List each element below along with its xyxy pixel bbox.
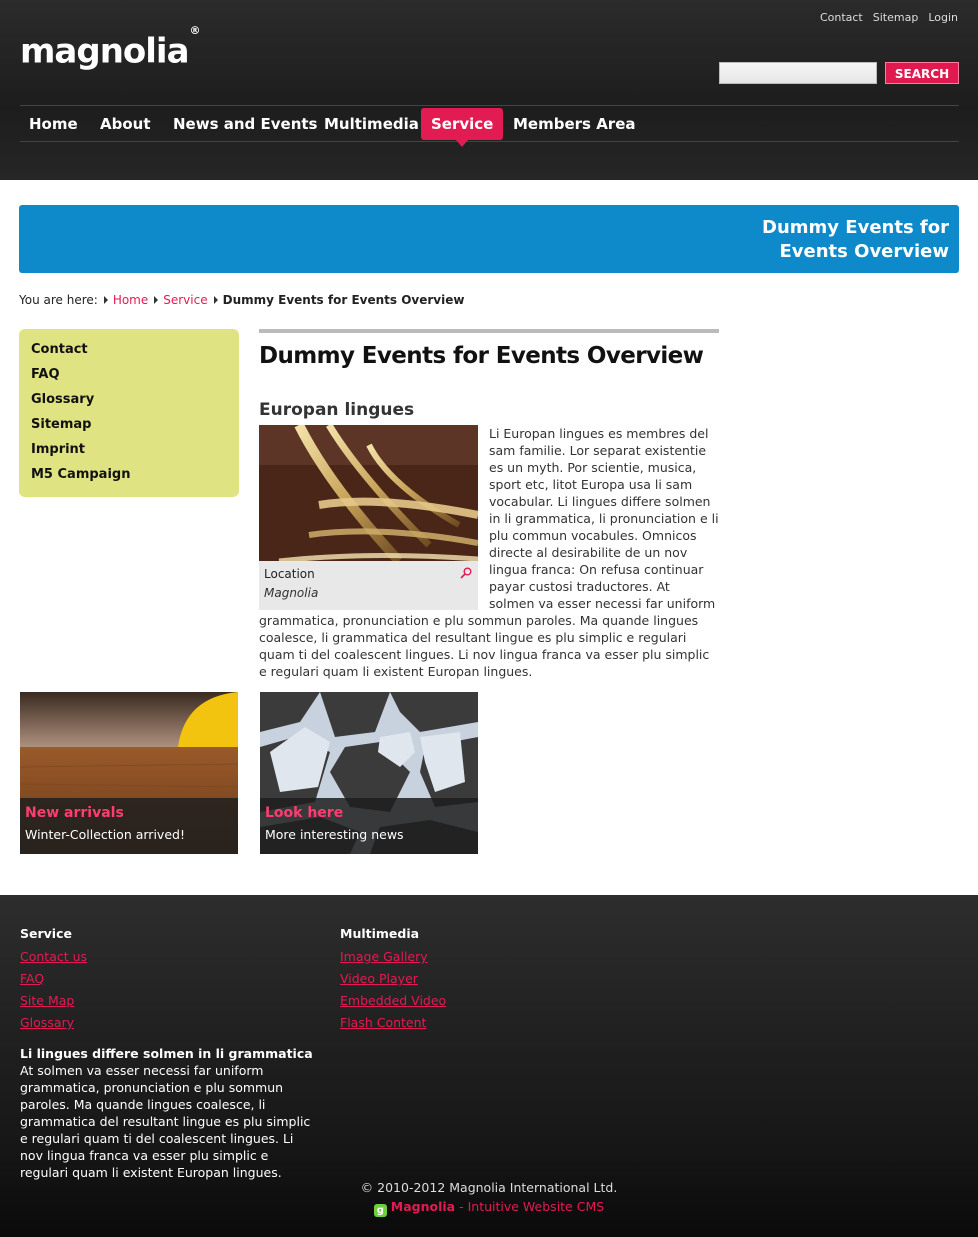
page-banner: Dummy Events for Events Overview — [19, 205, 959, 273]
nav-item-news-and-events[interactable]: News and Events — [173, 108, 317, 140]
content-figure: Location Magnolia — [259, 425, 478, 610]
teaser-new-arrivals[interactable]: New arrivals Winter-Collection arrived! — [20, 692, 238, 854]
figure-credit: Magnolia — [264, 586, 319, 600]
powered-by[interactable]: g Magnolia - Intuitive Website CMS — [0, 1199, 978, 1217]
nav-item-about[interactable]: About — [100, 108, 151, 140]
search-input[interactable] — [719, 62, 877, 84]
footer-link-site-map[interactable]: Site Map — [20, 990, 87, 1012]
breadcrumb-arrow-icon — [154, 296, 159, 304]
teaser-title[interactable]: New arrivals — [25, 804, 233, 822]
subnav-item-m5-campaign[interactable]: M5 Campaign — [31, 466, 227, 491]
footer-heading: Multimedia — [340, 926, 420, 941]
nav-item-service[interactable]: Service — [421, 108, 504, 147]
subnav-item-imprint[interactable]: Imprint — [31, 441, 227, 466]
figure-caption: Location Magnolia — [259, 561, 478, 610]
meta-link-sitemap[interactable]: Sitemap — [873, 11, 919, 24]
main-navigation: Home About News and Events Multimedia Se… — [20, 105, 959, 147]
subnav-item-sitemap[interactable]: Sitemap — [31, 416, 227, 441]
subnav-item-faq[interactable]: FAQ — [31, 366, 227, 391]
location-image[interactable] — [259, 425, 478, 561]
metal-arcs-graphic — [259, 425, 478, 561]
nav-item-members-area[interactable]: Members Area — [513, 108, 636, 140]
meta-navigation: Contact Sitemap Login — [820, 11, 958, 24]
breadcrumb-link-service[interactable]: Service — [163, 293, 207, 307]
page-title: Dummy Events for Events Overview — [259, 343, 704, 369]
copyright: © 2010-2012 Magnolia International Ltd. — [360, 1180, 618, 1195]
teaser-title[interactable]: Look here — [265, 804, 473, 822]
teaser-text: Winter-Collection arrived! — [25, 827, 185, 842]
footer-heading: Service — [20, 926, 72, 941]
content-divider — [259, 329, 719, 333]
nav-item-multimedia[interactable]: Multimedia — [324, 108, 419, 140]
footer-about-text: At solmen va esser necessi far uniform g… — [20, 1063, 311, 1180]
breadcrumb-arrow-icon — [103, 296, 108, 304]
meta-link-login[interactable]: Login — [928, 11, 958, 24]
site-footer: Service Contact us FAQ Site Map Glossary… — [0, 895, 978, 1237]
magnolia-logo[interactable]: magnolia® — [20, 24, 201, 72]
zoom-icon[interactable] — [460, 567, 472, 579]
footer-about: Li lingues differe solmen in li grammati… — [20, 1045, 320, 1181]
banner-title: Dummy Events for Events Overview — [762, 217, 949, 262]
breadcrumb-arrow-icon — [213, 296, 218, 304]
footer-link-video-player[interactable]: Video Player — [340, 968, 446, 990]
footer-link-faq[interactable]: FAQ — [20, 968, 87, 990]
logo-registered-mark: ® — [189, 24, 201, 37]
figure-caption-title: Location — [264, 567, 315, 581]
subnav-item-contact[interactable]: Contact — [31, 341, 227, 366]
powered-brand: Magnolia — [390, 1199, 456, 1214]
magnolia-mini-logo-icon: g — [373, 1204, 387, 1217]
meta-link-contact[interactable]: Contact — [820, 11, 863, 24]
footer-link-glossary[interactable]: Glossary — [20, 1012, 87, 1034]
sub-navigation: Contact FAQ Glossary Sitemap Imprint M5 … — [19, 329, 239, 497]
subnav-item-glossary[interactable]: Glossary — [31, 391, 227, 416]
search-button[interactable]: SEARCH — [885, 62, 959, 84]
breadcrumb-link-home[interactable]: Home — [113, 293, 148, 307]
footer-link-image-gallery[interactable]: Image Gallery — [340, 946, 446, 968]
teaser-overlay: New arrivals Winter-Collection arrived! — [20, 798, 238, 854]
logo-text: magnolia — [20, 31, 190, 72]
footer-column-service: Service Contact us FAQ Site Map Glossary — [20, 926, 87, 1034]
site-header: magnolia® Contact Sitemap Login SEARCH H… — [0, 0, 978, 180]
nav-item-home[interactable]: Home — [29, 108, 78, 140]
footer-column-multimedia: Multimedia Image Gallery Video Player Em… — [340, 926, 446, 1034]
teaser-text: More interesting news — [265, 827, 404, 842]
footer-link-flash-content[interactable]: Flash Content — [340, 1012, 446, 1034]
footer-link-contact-us[interactable]: Contact us — [20, 946, 87, 968]
teaser-look-here[interactable]: Look here More interesting news — [260, 692, 478, 854]
breadcrumb-prefix: You are here: — [19, 293, 98, 307]
section-title: Europan lingues — [259, 400, 415, 420]
footer-link-embedded-video[interactable]: Embedded Video — [340, 990, 446, 1012]
powered-tagline: - Intuitive Website CMS — [455, 1199, 605, 1214]
breadcrumb-current: Dummy Events for Events Overview — [222, 293, 465, 307]
footer-about-title: Li lingues differe solmen in li grammati… — [20, 1046, 313, 1061]
teaser-overlay: Look here More interesting news — [260, 798, 478, 854]
breadcrumb: You are here: Home Service Dummy Events … — [19, 293, 464, 307]
main-content: Dummy Events for Events Overview Europan… — [259, 329, 719, 680]
